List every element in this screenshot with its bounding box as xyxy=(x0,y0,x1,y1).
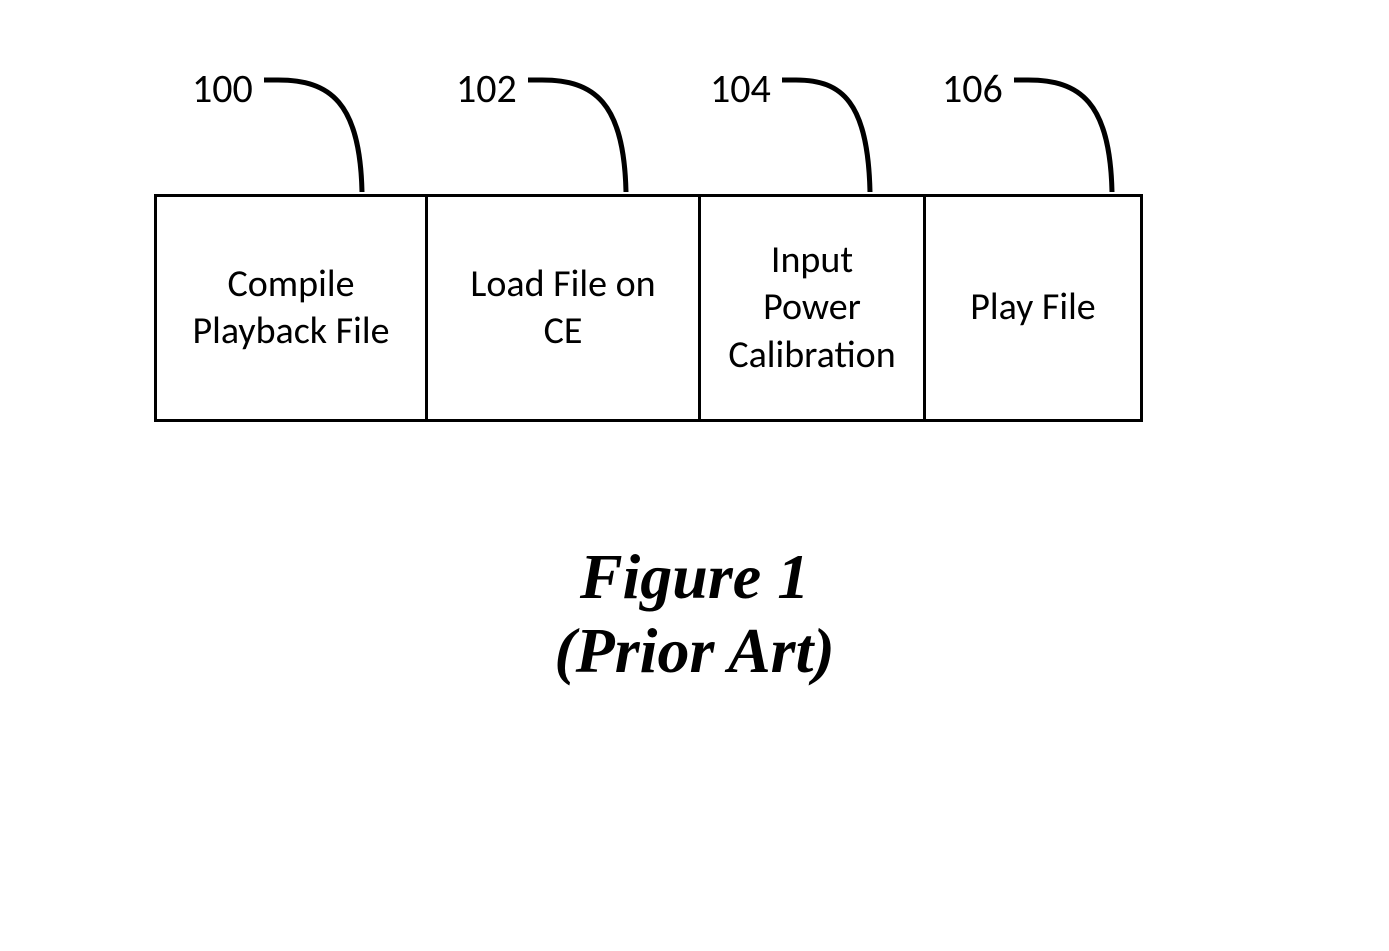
box-label: CompilePlayback File xyxy=(193,261,390,356)
box-compile-playback-file: CompilePlayback File xyxy=(154,194,428,422)
box-play-file: Play File xyxy=(923,194,1143,422)
leader-102 xyxy=(524,72,654,202)
caption-line-1: Figure 1 xyxy=(0,540,1389,614)
figure-caption: Figure 1 (Prior Art) xyxy=(0,540,1389,687)
callout-100: 100 xyxy=(192,64,253,113)
caption-line-2: (Prior Art) xyxy=(0,614,1389,688)
callout-106: 106 xyxy=(942,64,1003,113)
box-input-power-calibration: InputPowerCalibration xyxy=(698,194,926,422)
flow-row: CompilePlayback File Load File onCE Inpu… xyxy=(154,194,1143,422)
leader-100 xyxy=(260,72,390,202)
callout-102: 102 xyxy=(456,64,517,113)
box-label: Load File onCE xyxy=(470,261,655,356)
leader-106 xyxy=(1010,72,1140,202)
box-label: InputPowerCalibration xyxy=(728,237,895,380)
box-load-file-on-ce: Load File onCE xyxy=(425,194,701,422)
box-label: Play File xyxy=(970,284,1095,332)
leader-104 xyxy=(778,72,898,202)
callout-104: 104 xyxy=(710,64,771,113)
figure-canvas: 100 102 104 106 CompilePlayback File Loa… xyxy=(0,0,1389,951)
